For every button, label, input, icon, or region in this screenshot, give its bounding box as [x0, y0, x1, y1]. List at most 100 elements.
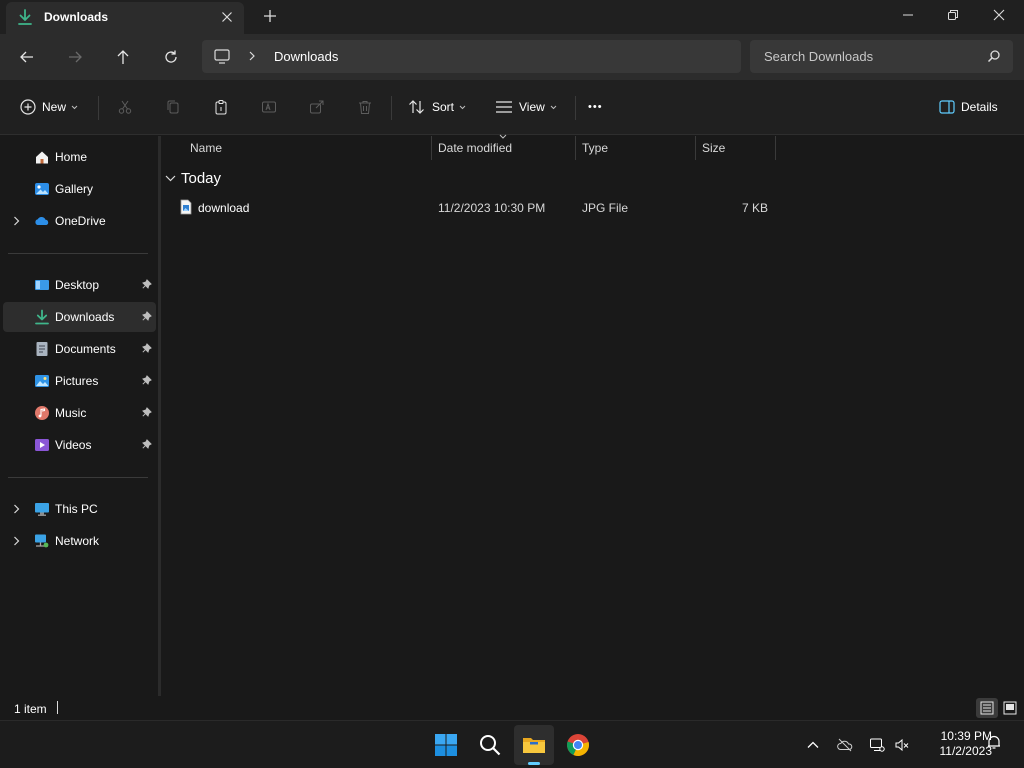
command-bar: New Sort View ••• Details	[0, 80, 1024, 135]
arrow-up-icon	[117, 50, 129, 64]
clipboard-icon	[215, 100, 227, 115]
sidebar-item-downloads[interactable]: Downloads	[3, 302, 156, 332]
search-icon[interactable]	[987, 49, 1001, 63]
column-header-type[interactable]: Type	[582, 136, 695, 160]
share-button[interactable]	[304, 94, 330, 120]
search-icon	[480, 735, 501, 756]
search-input[interactable]	[750, 40, 980, 73]
cut-button[interactable]	[112, 94, 138, 120]
downloads-icon	[18, 9, 32, 26]
sidebar-item-documents[interactable]: Documents	[3, 334, 156, 364]
start-button[interactable]	[426, 725, 466, 765]
breadcrumb-downloads[interactable]: Downloads	[274, 49, 338, 64]
restore-button[interactable]	[930, 0, 976, 32]
pin-icon[interactable]	[142, 279, 152, 290]
copy-button[interactable]	[160, 94, 186, 120]
sort-button[interactable]: Sort	[408, 94, 466, 120]
tiles-view-button[interactable]	[999, 698, 1021, 718]
restore-icon	[948, 10, 958, 20]
share-icon	[310, 100, 324, 114]
sidebar-item-home[interactable]: Home	[3, 142, 156, 172]
command-separator	[575, 96, 576, 120]
details-view-button[interactable]	[976, 698, 998, 718]
column-divider[interactable]	[775, 136, 776, 160]
pin-icon[interactable]	[142, 407, 152, 418]
sidebar-item-network[interactable]: Network	[3, 526, 156, 556]
sidebar-item-desktop[interactable]: Desktop	[3, 270, 156, 300]
trash-icon	[359, 101, 371, 114]
chevron-down-icon	[459, 105, 466, 109]
folder-icon	[523, 738, 545, 753]
pin-icon[interactable]	[142, 439, 152, 450]
details-pane-icon	[939, 100, 955, 114]
chevron-down-icon[interactable]	[165, 175, 176, 182]
search-box[interactable]	[750, 40, 1013, 73]
column-divider[interactable]	[431, 136, 432, 160]
item-count: 1 item	[14, 702, 47, 716]
sidebar-item-pictures[interactable]: Pictures	[3, 366, 156, 396]
forward-button[interactable]	[63, 45, 87, 69]
sidebar-item-gallery[interactable]: Gallery	[3, 174, 156, 204]
more-options-button[interactable]: •••	[588, 94, 603, 120]
up-button[interactable]	[111, 45, 135, 69]
taskbar-file-explorer[interactable]	[514, 725, 554, 765]
minimize-button[interactable]	[885, 0, 931, 32]
close-window-button[interactable]	[976, 0, 1022, 32]
back-button[interactable]	[15, 45, 39, 69]
pin-icon[interactable]	[142, 343, 152, 354]
onedrive-tray-button[interactable]	[833, 733, 857, 757]
monitor-icon[interactable]	[214, 49, 230, 64]
show-hidden-icons-button[interactable]	[801, 733, 825, 757]
pin-icon[interactable]	[142, 311, 152, 322]
column-header-date[interactable]: Date modified	[438, 136, 575, 160]
column-header-name[interactable]: Name	[190, 136, 431, 160]
sidebar-item-this-pc[interactable]: This PC	[3, 494, 156, 524]
system-clock[interactable]: 10:39 PM 11/2/2023	[916, 729, 993, 759]
chevron-up-icon	[807, 741, 819, 748]
column-divider[interactable]	[575, 136, 576, 160]
tab-downloads[interactable]: Downloads	[6, 2, 244, 34]
paste-button[interactable]	[208, 94, 234, 120]
new-label: New	[42, 100, 67, 114]
pin-icon[interactable]	[142, 375, 152, 386]
file-list: Name Date modified Type Size Today downl…	[161, 134, 1024, 696]
sidebar-item-onedrive[interactable]: OneDrive	[3, 206, 156, 236]
details-pane-button[interactable]: Details	[939, 94, 998, 120]
rename-button[interactable]	[256, 94, 282, 120]
chevron-right-icon[interactable]	[13, 216, 20, 226]
taskbar-chrome[interactable]	[558, 725, 598, 765]
table-row[interactable]: download 11/2/2023 10:30 PM JPG File 7 K…	[169, 196, 781, 220]
column-divider[interactable]	[695, 136, 696, 160]
downloads-icon	[34, 309, 50, 325]
delete-button[interactable]	[352, 94, 378, 120]
arrow-left-icon	[20, 51, 33, 63]
chevron-right-icon[interactable]	[13, 504, 20, 514]
file-size: 7 KB	[741, 201, 768, 215]
refresh-button[interactable]	[159, 45, 183, 69]
column-header-size[interactable]: Size	[702, 136, 775, 160]
view-button[interactable]: View	[495, 94, 557, 120]
sidebar-item-music[interactable]: Music	[3, 398, 156, 428]
taskbar-search-button[interactable]	[470, 725, 510, 765]
home-icon	[34, 149, 50, 165]
volume-tray-button[interactable]	[890, 733, 914, 757]
file-type: JPG File	[582, 201, 629, 215]
music-icon	[34, 405, 50, 421]
chevron-right-icon[interactable]	[248, 51, 256, 61]
sidebar-item-videos[interactable]: Videos	[3, 430, 156, 460]
command-separator	[391, 96, 392, 120]
volume-muted-icon	[895, 738, 909, 752]
new-button[interactable]: New	[20, 94, 78, 120]
windows-logo-icon	[435, 734, 457, 756]
plus-circle-icon	[20, 99, 36, 115]
new-tab-button[interactable]	[262, 8, 278, 24]
chevron-down-icon	[550, 105, 557, 109]
address-bar[interactable]: Downloads	[202, 40, 741, 73]
close-tab-icon[interactable]	[220, 10, 234, 24]
close-icon	[993, 9, 1005, 21]
status-bar: 1 item	[0, 696, 1024, 720]
chevron-right-icon[interactable]	[13, 536, 20, 546]
network-tray-button[interactable]	[865, 733, 889, 757]
scissors-icon	[118, 100, 132, 114]
notification-bell-icon[interactable]	[986, 734, 1002, 750]
